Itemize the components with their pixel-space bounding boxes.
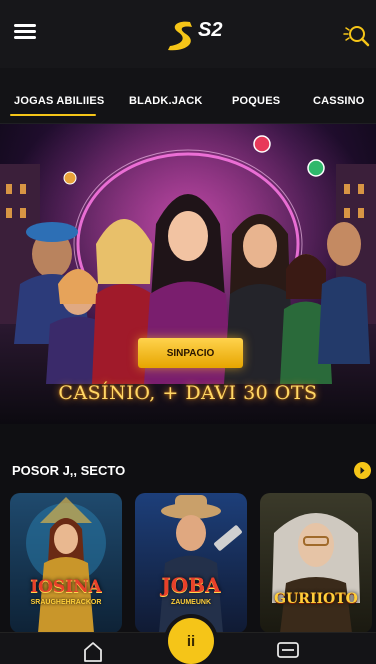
game-card-art [272,513,360,633]
game-card[interactable]: JOBA ZAUMEUNK [135,493,247,633]
game-card-subtitle: SRAUGHEHRACKOR [30,599,102,606]
wallet-icon[interactable] [276,640,300,660]
game-card[interactable]: IOSINA SRAUGHEHRACKOR [10,493,122,633]
app-header: S2 [0,0,376,68]
tab-blackjack[interactable]: BLADK.JACK [129,95,203,107]
tab-poques[interactable]: POQUES [232,95,280,107]
section-more-button[interactable] [354,462,371,479]
game-card-title: JOBA [161,573,221,597]
hamburger-menu-icon[interactable] [14,24,38,42]
game-card-art [159,495,242,633]
game-card-subtitle: ZAUMEUNK [170,599,212,606]
section-title: POSOR J,, SECTO [12,463,126,478]
game-card-title: IOSINA [30,577,102,597]
hero-illustration [0,124,376,424]
hero-banner[interactable]: SINPACIO CASÍNIO, + DAVI 30 OTS [0,124,376,424]
game-card[interactable]: GURIIOTO [260,493,372,633]
game-card-title: GURIIOTO [274,591,358,607]
tab-cassino[interactable]: CASSINO [313,95,365,107]
category-tabs: JOGAS ABILIIES BLADK.JACK POQUES CASSINO [0,68,376,124]
tab-jogas-abiliies[interactable]: JOGAS ABILIIES [14,95,104,107]
hero-cta-button[interactable]: SINPACIO [138,338,243,368]
logo-text: S2 [198,19,222,41]
chevron-right-icon [360,467,365,474]
s2-logo[interactable]: S2 [164,12,224,56]
nav-center-button[interactable]: ii [168,618,214,664]
search-icon[interactable] [340,20,370,50]
game-card-art [26,497,106,633]
hero-promo-text: CASÍNIO, + DAVI 30 OTS [58,382,318,404]
home-icon[interactable] [82,640,104,662]
active-tab-indicator [10,114,96,116]
